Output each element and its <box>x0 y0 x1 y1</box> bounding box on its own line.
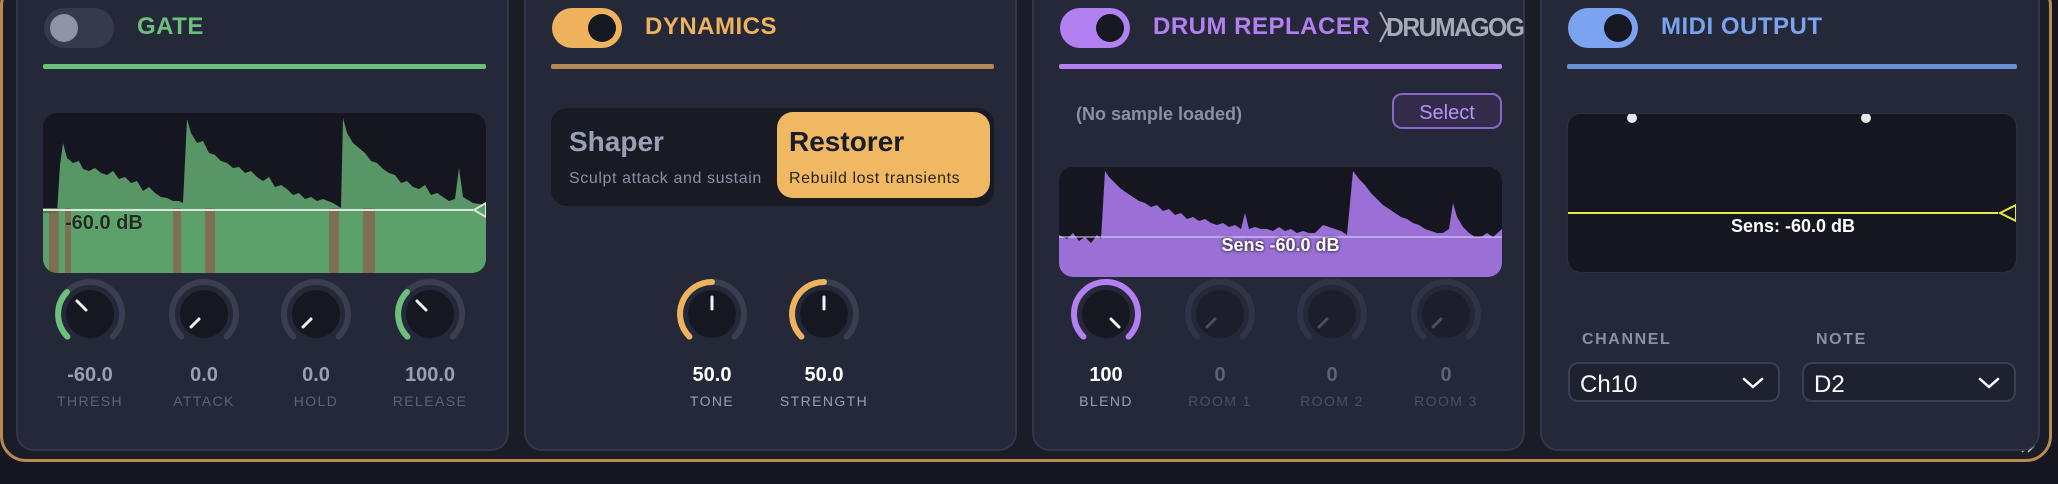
gate-hold-value: 0.0 <box>302 364 330 386</box>
channel-select[interactable]: Ch10 <box>1568 362 1780 402</box>
drum-replacer-room1-label: ROOM 1 <box>1188 393 1252 409</box>
midi-output-graph <box>1568 114 2016 223</box>
dynamics-strength-value: 50.0 <box>804 364 844 386</box>
gate-waveform <box>43 118 486 273</box>
gate-thresh-label: THRESH <box>57 393 123 409</box>
dynamics-tone-knob[interactable] <box>674 276 750 352</box>
drum-replacer-toggle[interactable] <box>1060 8 1130 48</box>
drum-replacer-room2-knob[interactable] <box>1294 276 1370 352</box>
midi-output-title: MIDI OUTPUT <box>1661 13 1823 40</box>
midi-output-display: Sens: -60.0 dB <box>1567 113 2017 273</box>
note-select[interactable]: D2 <box>1802 362 2016 402</box>
drum-replacer-toggle-knob <box>1096 14 1124 42</box>
gate-panel: GATE -60.0 dB -60.0 THRESH 0.0 ATTACK 0.… <box>16 0 509 451</box>
dynamics-tone-label: TONE <box>689 393 735 409</box>
gate-thresh-knob[interactable] <box>52 276 128 352</box>
gate-toggle[interactable] <box>44 8 114 48</box>
gate-release-label: RELEASE <box>392 393 468 409</box>
drum-replacer-room3-knob[interactable] <box>1408 276 1484 352</box>
gate-toggle-knob <box>50 14 78 42</box>
mode-shaper-desc: Sculpt attack and sustain <box>569 170 762 187</box>
drum-replacer-room2-label: ROOM 2 <box>1300 393 1364 409</box>
mode-restorer[interactable]: Restorer Rebuild lost transients <box>777 112 990 198</box>
drum-replacer-room3-value: 0 <box>1440 364 1452 386</box>
gate-hold-label: HOLD <box>293 393 339 409</box>
mode-restorer-name: Restorer <box>789 126 905 157</box>
gate-release-knob[interactable] <box>392 276 468 352</box>
midi-output-toggle[interactable] <box>1568 8 1638 48</box>
dynamics-toggle-knob <box>588 14 616 42</box>
chevron-down-icon <box>1978 377 2000 389</box>
dynamics-strength-knob[interactable] <box>786 276 862 352</box>
gate-release-value: 100.0 <box>404 364 456 386</box>
note-select-value: D2 <box>1814 371 1845 398</box>
gate-accent-bar <box>43 64 486 69</box>
dynamics-strength-label: STRENGTH <box>779 393 869 409</box>
select-sample-button[interactable]: Select <box>1392 93 1502 129</box>
gate-attack-value: 0.0 <box>190 364 218 386</box>
channel-label: CHANNEL <box>1582 331 1672 348</box>
gate-hold-knob[interactable] <box>278 276 354 352</box>
sample-status: (No sample loaded) <box>1076 104 1243 124</box>
midi-output-toggle-knob <box>1604 14 1632 42</box>
gate-thresh-value: -60.0 <box>67 364 113 386</box>
mode-shaper-name: Shaper <box>569 126 664 157</box>
drum-replacer-blend-knob[interactable] <box>1068 276 1144 352</box>
gate-waveform-display: -60.0 dB <box>43 113 486 273</box>
drum-replacer-waveform-display: Sens -60.0 dB <box>1059 167 1502 277</box>
midi-output-panel: MIDI OUTPUT Sens: -60.0 dB CHANNEL Ch10 … <box>1540 0 2040 451</box>
drum-replacer-room3-label: ROOM 3 <box>1414 393 1478 409</box>
gate-threshold-readout: -60.0 dB <box>65 212 143 234</box>
gate-title: GATE <box>137 13 204 40</box>
chevron-down-icon <box>1742 377 1764 389</box>
drumagog-logo-text: DRUMAGOG <box>1386 12 1525 42</box>
drum-replacer-accent-bar <box>1059 64 1502 69</box>
channel-select-value: Ch10 <box>1580 371 1638 398</box>
drum-replacer-blend-label: BLEND <box>1079 393 1133 409</box>
midi-sens-readout: Sens: -60.0 dB <box>1730 216 1856 236</box>
drum-replacer-room1-value: 0 <box>1214 364 1226 386</box>
gate-attack-label: ATTACK <box>173 393 235 409</box>
dynamics-panel: DYNAMICS Shaper Sculpt attack and sustai… <box>524 0 1017 451</box>
mode-shaper[interactable]: Shaper Sculpt attack and sustain <box>555 112 777 202</box>
drum-replacer-title: DRUM REPLACER <box>1153 13 1371 40</box>
dynamics-title: DYNAMICS <box>645 13 778 40</box>
drum-replacer-waveform <box>1059 171 1502 277</box>
drum-replacer-room2-value: 0 <box>1326 364 1338 386</box>
midi-output-accent-bar <box>1567 64 2017 69</box>
drum-replacer-blend-value: 100 <box>1089 364 1123 386</box>
dynamics-tone-value: 50.0 <box>692 364 732 386</box>
dynamics-toggle[interactable] <box>552 8 622 48</box>
drum-replacer-room1-knob[interactable] <box>1182 276 1258 352</box>
drum-replacer-panel: DRUM REPLACER DRUMAGOG (No sample loaded… <box>1032 0 1525 451</box>
dynamics-mode-switch: Shaper Sculpt attack and sustain Restore… <box>551 108 994 206</box>
note-label: NOTE <box>1816 331 1867 348</box>
gate-attack-knob[interactable] <box>166 276 242 352</box>
drum-replacer-sens-readout: Sens -60.0 dB <box>1221 235 1340 255</box>
mode-restorer-desc: Rebuild lost transients <box>789 170 961 187</box>
dynamics-accent-bar <box>551 64 994 69</box>
